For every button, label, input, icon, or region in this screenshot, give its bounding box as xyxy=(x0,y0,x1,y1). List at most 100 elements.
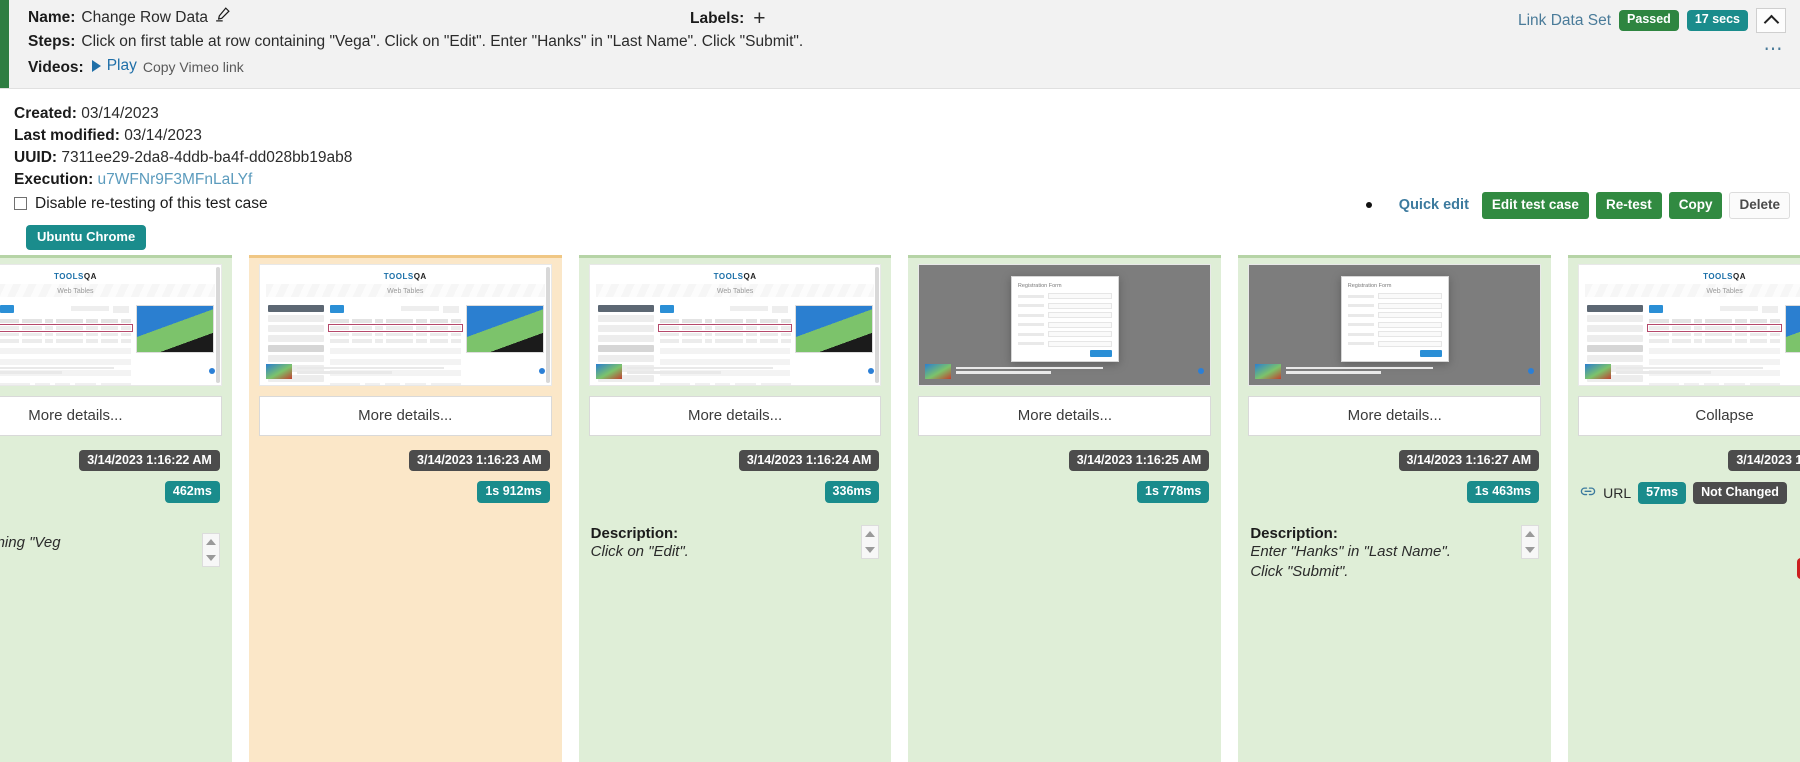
videos-row: Videos: Play Copy Vimeo link xyxy=(28,54,1786,80)
more-details-button[interactable]: More details... xyxy=(258,396,552,436)
chevron-down-icon[interactable] xyxy=(865,546,876,553)
ad-thumbnail xyxy=(925,363,952,379)
field-input xyxy=(1377,293,1442,299)
more-details-button[interactable]: More details... xyxy=(1248,396,1542,436)
chevron-down-icon[interactable] xyxy=(205,554,216,561)
form-field xyxy=(1347,321,1442,328)
link-data-set-button[interactable]: Link Data Set xyxy=(1518,12,1611,30)
thumb-scrollbar[interactable] xyxy=(875,267,880,383)
ad-text xyxy=(0,366,204,376)
form-field xyxy=(1347,293,1442,299)
play-video-button[interactable]: Play xyxy=(90,54,137,78)
uuid-value: 7311ee29-2da8-4ddb-ba4f-dd028bb19ab8 xyxy=(61,149,353,167)
last-modified-row: Last modified: 03/14/2023 xyxy=(14,125,1800,147)
environment-badge: Ubuntu Chrome xyxy=(26,224,147,250)
form-field xyxy=(1347,340,1442,347)
screenshot-wrap: Registration Form xyxy=(908,258,1221,386)
registration-form-modal: Registration Form xyxy=(1340,276,1449,362)
test-case-header: Name: Change Row Data Steps: Click on fi… xyxy=(0,0,1800,89)
step-card[interactable]: TOOLSQA Web Tables Collapse 3/14/2023 1:16:… xyxy=(1568,255,1800,762)
step-card[interactable]: TOOLSQA Web Tables More details... 3/14/202… xyxy=(248,255,562,762)
pagination-mini xyxy=(1649,382,1780,385)
pagination-mini xyxy=(659,382,791,385)
execution-link[interactable]: u7WFNr9F3MFnLaLYf xyxy=(98,171,253,188)
total-duration-badge: 17 secs xyxy=(1686,10,1748,31)
re-test-button[interactable]: Re-test xyxy=(1595,192,1662,219)
name-value: Change Row Data xyxy=(81,9,209,26)
copy-vimeo-link-button[interactable]: Copy Vimeo link xyxy=(143,57,244,79)
url-status-badge: Not Changed xyxy=(1693,482,1787,504)
form-field xyxy=(1017,312,1112,318)
step-description-text: Description: Click on "Edit". xyxy=(591,525,856,562)
collapse-button[interactable] xyxy=(1756,8,1786,33)
step-duration-badge: 462ms xyxy=(164,481,220,503)
step-card[interactable]: Registration Form More details... 3/14/202… xyxy=(908,255,1222,762)
table-header-mini xyxy=(329,319,461,323)
chevron-up-icon[interactable] xyxy=(205,538,216,545)
overflow-menu-button[interactable]: ⋯ xyxy=(1764,40,1785,59)
chevron-up-icon[interactable] xyxy=(865,530,876,537)
pagination-mini xyxy=(0,382,131,385)
timestamp-row: 3/14/2023 1:16:27 AM xyxy=(1238,436,1551,472)
step-card[interactable]: TOOLSQA Web Tables More details... 3/14/202… xyxy=(0,255,232,762)
toolsqa-logo: TOOLSQA xyxy=(713,272,757,281)
web-tables-screenshot[interactable]: TOOLSQA Web Tables xyxy=(588,264,882,386)
thumb-scrollbar[interactable] xyxy=(545,267,550,383)
add-record-button-mini xyxy=(0,305,14,313)
collapse-details-button[interactable]: Collapse xyxy=(1578,396,1800,436)
edit-pencil-icon[interactable] xyxy=(215,6,230,22)
ad-text xyxy=(956,366,1193,376)
play-label: Play xyxy=(106,57,137,75)
description-scroll-spinner[interactable] xyxy=(861,524,880,559)
videos-label: Videos: xyxy=(28,59,84,77)
step-timestamp-badge: 3/14/2023 1:16:25 AM xyxy=(1068,450,1210,472)
screenshot-wrap: TOOLSQA Web Tables xyxy=(1568,258,1800,386)
edit-test-case-button[interactable]: Edit test case xyxy=(1481,192,1589,219)
decorative-band xyxy=(0,284,215,297)
step-description-text: able at row containing "Veg xyxy=(0,533,196,553)
step-cards-strip[interactable]: TOOLSQA Web Tables More details... 3/14/202… xyxy=(0,255,1800,762)
quick-edit-button[interactable]: Quick edit xyxy=(1399,197,1469,213)
more-details-button[interactable]: More details... xyxy=(0,396,222,436)
name-label: Name: xyxy=(28,9,76,26)
step-card[interactable]: TOOLSQA Web Tables More details... 3/14/202… xyxy=(578,255,892,762)
chevron-up-icon[interactable] xyxy=(1525,530,1536,537)
action-button-group: Quick edit Edit test case Re-test Copy D… xyxy=(1365,192,1790,219)
step-duration-badge: 1s 912ms xyxy=(477,481,550,503)
page-footer-ad xyxy=(925,361,1205,381)
promo-banner-mini xyxy=(465,305,544,353)
table-row xyxy=(1647,324,1782,332)
uuid-row: UUID: 7311ee29-2da8-4ddb-ba4f-dd028bb19a… xyxy=(14,147,1800,169)
ad-thumbnail xyxy=(1585,363,1612,379)
search-icon-mini xyxy=(1761,306,1778,313)
web-tables-screenshot[interactable]: TOOLSQA Web Tables xyxy=(258,264,552,386)
delete-button[interactable]: Delete xyxy=(1729,192,1790,219)
disable-retest-checkbox[interactable] xyxy=(14,197,27,211)
more-details-button[interactable]: More details... xyxy=(918,396,1212,436)
step-description-line: Click "Submit". xyxy=(1250,563,1349,581)
registration-form-modal-screenshot[interactable]: Registration Form xyxy=(918,264,1212,386)
registration-form-modal-screenshot[interactable]: Registration Form xyxy=(1248,264,1542,386)
more-details-button[interactable]: More details... xyxy=(588,396,882,436)
steps-label: Steps: xyxy=(28,33,76,51)
field-input xyxy=(1377,321,1442,328)
description-scroll-spinner[interactable] xyxy=(1521,524,1540,559)
field-label xyxy=(1017,323,1044,326)
web-tables-screenshot[interactable]: TOOLSQA Web Tables xyxy=(1578,264,1800,386)
form-field xyxy=(1017,321,1112,328)
last-modified-label: Last modified: xyxy=(14,127,120,145)
description-scroll-spinner[interactable] xyxy=(201,532,220,567)
page-title-mini: Web Tables xyxy=(1706,288,1743,295)
step-card[interactable]: Registration Form More details... 3/14/202… xyxy=(1238,255,1552,762)
field-input xyxy=(1047,302,1112,309)
more-details-wrap: More details... xyxy=(1238,386,1551,436)
add-label-plus-icon[interactable]: + xyxy=(753,8,765,29)
field-label xyxy=(1347,323,1374,326)
thumb-scrollbar[interactable] xyxy=(215,267,220,383)
search-icon-mini xyxy=(442,306,459,313)
chevron-down-icon[interactable] xyxy=(1525,546,1536,553)
more-details-wrap: Collapse xyxy=(1568,386,1800,436)
search-box-mini xyxy=(730,306,769,311)
copy-button[interactable]: Copy xyxy=(1668,192,1723,219)
web-tables-screenshot[interactable]: TOOLSQA Web Tables xyxy=(0,264,222,386)
